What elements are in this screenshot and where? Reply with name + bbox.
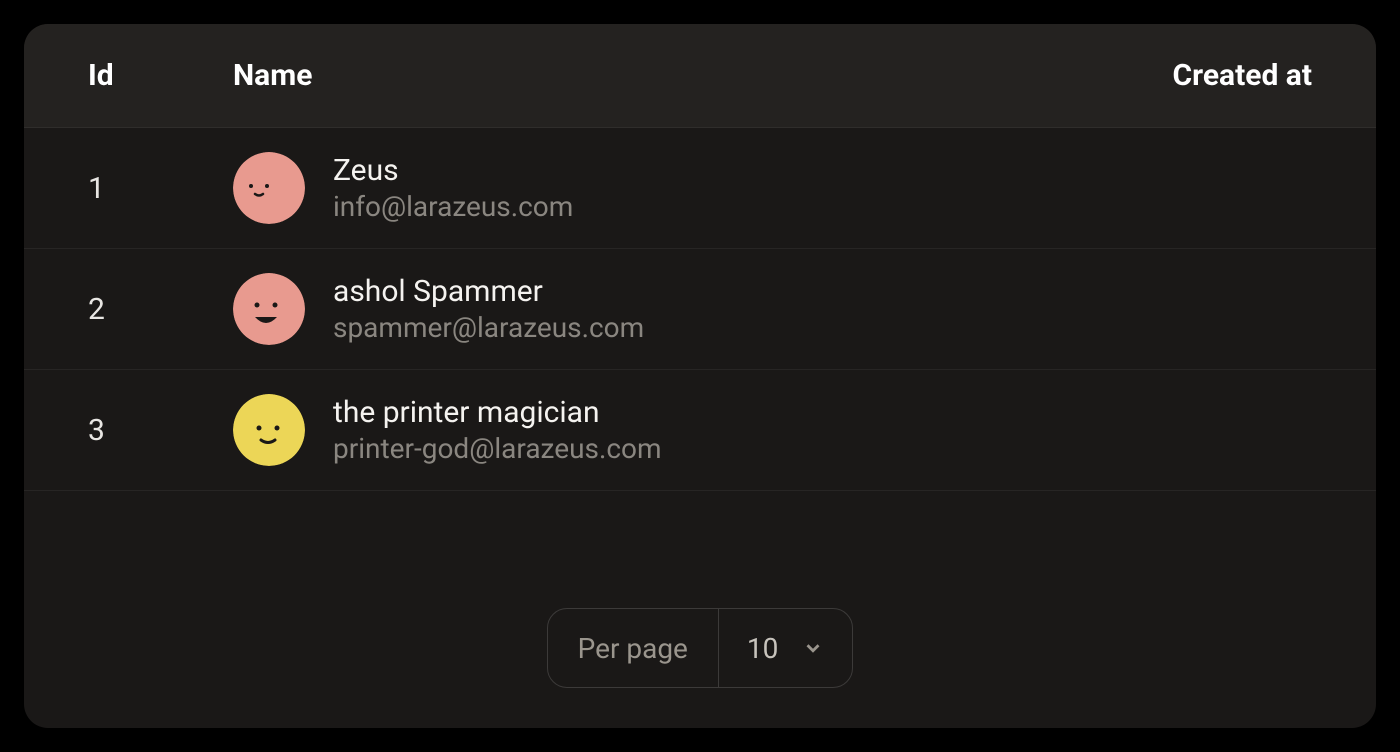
per-page-control: Per page 10 [547,608,854,688]
cell-id: 1 [88,171,233,206]
user-name: the printer magician [333,395,662,430]
chevron-down-icon [802,637,824,659]
table-row[interactable]: 3 the printer magician printer-god@laraz… [24,370,1376,491]
column-header-created-at[interactable]: Created at [1052,58,1312,93]
user-email: spammer@larazeus.com [333,311,644,344]
table-row[interactable]: 1 Zeus info@larazeus.com [24,128,1376,249]
user-email: info@larazeus.com [333,190,573,223]
table-header-row: Id Name Created at [24,24,1376,128]
cell-name: Zeus info@larazeus.com [233,152,1052,224]
table-body: 1 Zeus info@larazeus.com 2 [24,128,1376,578]
user-name: Zeus [333,153,573,188]
user-name: ashol Spammer [333,274,644,309]
table-footer: Per page 10 [24,578,1376,728]
per-page-value: 10 [747,632,778,665]
avatar-icon [233,394,305,466]
avatar-icon [233,152,305,224]
per-page-label: Per page [548,609,719,687]
cell-name: ashol Spammer spammer@larazeus.com [233,273,1052,345]
users-table: Id Name Created at 1 Zeus info@larazeus.… [24,24,1376,728]
cell-id: 3 [88,413,233,448]
column-header-id[interactable]: Id [88,58,233,93]
user-email: printer-god@larazeus.com [333,432,662,465]
per-page-select[interactable]: 10 [719,609,852,687]
avatar-icon [233,273,305,345]
table-row[interactable]: 2 ashol Spammer spammer@larazeus.com [24,249,1376,370]
column-header-name[interactable]: Name [233,58,1052,93]
cell-name: the printer magician printer-god@larazeu… [233,394,1052,466]
cell-id: 2 [88,292,233,327]
